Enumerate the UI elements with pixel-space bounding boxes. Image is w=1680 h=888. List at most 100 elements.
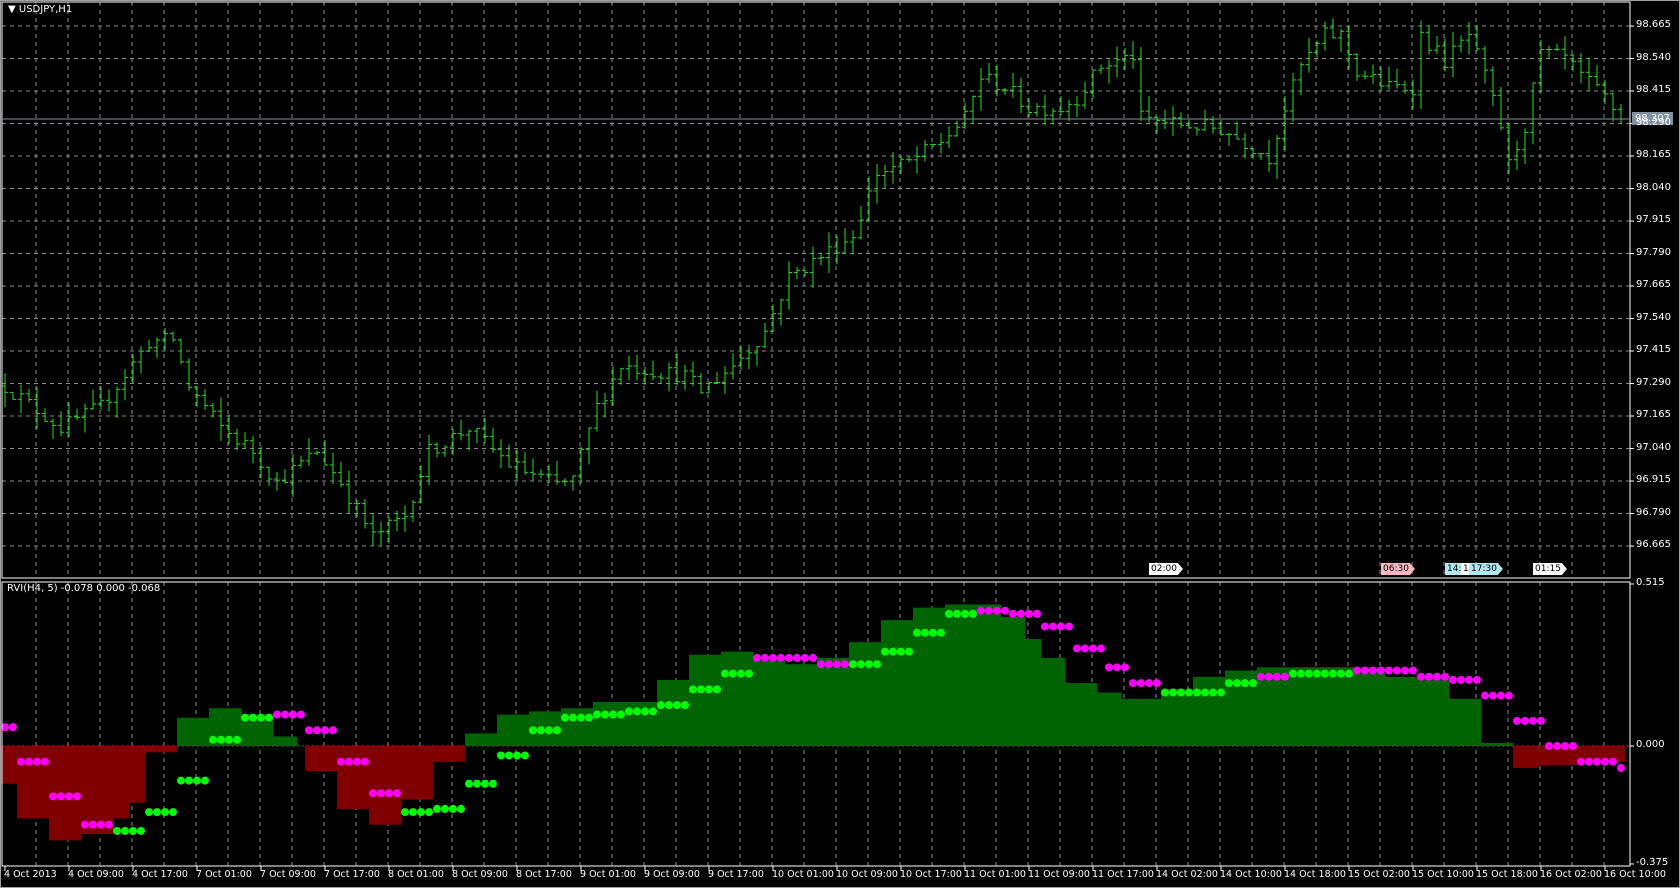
rvi-signal-dot [513, 751, 521, 760]
price-bar [1618, 104, 1624, 124]
rvi-histogram-bar [521, 714, 530, 746]
rvi-signal-dot [425, 808, 433, 817]
rvi-histogram-bar [313, 746, 322, 772]
rvi-signal-dot [1385, 666, 1393, 675]
rvi-signal-dot [65, 792, 73, 801]
rvi-histogram-bar [985, 604, 994, 746]
rvi-signal-dot [1369, 666, 1377, 675]
price-bar [1426, 25, 1432, 55]
rvi-signal-dot [1545, 742, 1553, 750]
rvi-histogram-bar [361, 746, 370, 809]
rvi-histogram-bar [593, 701, 602, 746]
price-bar [778, 298, 784, 326]
price-bar [226, 414, 232, 445]
price-bar [914, 146, 920, 174]
price-bar [218, 397, 224, 441]
rvi-signal-dot [777, 653, 785, 662]
price-bar [746, 344, 752, 370]
price-bar [922, 139, 928, 162]
price-bar [370, 513, 376, 546]
rvi-signal-dot [1201, 688, 1209, 697]
price-bar [1546, 45, 1552, 59]
rvi-histogram-bar [737, 651, 746, 746]
price-bar [122, 369, 128, 401]
rvi-signal-dot [1601, 757, 1609, 766]
event-tag[interactable]: 01:15 [1533, 563, 1567, 575]
price-bar [10, 391, 16, 401]
rvi-histogram-bar [1505, 742, 1514, 746]
price-bar [2, 373, 8, 408]
rvi-signal-dot [1185, 688, 1193, 697]
price-bar [898, 156, 904, 175]
rvi-histogram-bar [1345, 667, 1354, 746]
rvi-signal-dot [1105, 663, 1113, 672]
price-bar [1562, 36, 1568, 70]
rvi-signal-dot [961, 609, 969, 618]
rvi-histogram-bar [1329, 667, 1338, 746]
rvi-signal-dot [889, 647, 897, 656]
rvi-histogram-bar [849, 642, 858, 746]
price-axis-label: 97.165 [1636, 409, 1671, 420]
price-axis-label: 97.915 [1636, 214, 1671, 225]
rvi-signal-dot [1393, 666, 1401, 675]
price-bar [242, 432, 248, 449]
rvi-histogram-bar [1313, 667, 1322, 746]
price-bar [26, 388, 32, 403]
price-bar [1370, 64, 1376, 85]
rvi-signal-dot [113, 826, 121, 835]
price-bar [962, 102, 968, 130]
rvi-histogram-bar [1185, 689, 1194, 746]
price-axis-label: 98.665 [1636, 19, 1671, 30]
price-bar [354, 499, 360, 518]
rvi-signal-dot [433, 804, 441, 813]
time-axis-label: 4 Oct 09:00 [68, 869, 124, 880]
rvi-histogram-bar [25, 746, 34, 819]
price-bar [410, 500, 416, 522]
event-tag[interactable]: 17:30 [1469, 563, 1503, 575]
rvi-signal-dot [729, 669, 737, 678]
rvi-signal-dot [385, 789, 393, 798]
price-bar [18, 384, 24, 414]
chart-canvas[interactable] [0, 0, 1680, 888]
rvi-signal-dot [769, 653, 777, 662]
price-bar [1194, 127, 1200, 136]
event-tag[interactable]: 06:30 [1381, 563, 1415, 575]
price-bar [210, 402, 216, 418]
rvi-histogram-bar [1521, 746, 1530, 769]
rvi-signal-dot [489, 779, 497, 788]
time-axis-label: 11 Oct 09:00 [1028, 869, 1090, 880]
price-bar [250, 436, 256, 464]
rvi-histogram-bar [177, 717, 186, 746]
price-bar [674, 352, 680, 386]
rvi-histogram-bar [977, 604, 986, 746]
rvi-signal-dot [1417, 672, 1425, 681]
rvi-signal-dot [1345, 669, 1353, 678]
rvi-histogram-bar [761, 657, 770, 746]
rvi-signal-dot [161, 808, 169, 817]
rvi-signal-dot [1457, 675, 1465, 684]
rvi-histogram-bar [305, 746, 314, 772]
price-axis-label: 97.040 [1636, 441, 1671, 453]
rvi-signal-dot [761, 653, 769, 662]
rvi-signal-dot [209, 735, 217, 744]
rvi-signal-dot [1177, 688, 1185, 697]
price-bar [346, 470, 352, 514]
rvi-histogram-bar [1449, 698, 1458, 746]
rvi-histogram-bar [9, 746, 18, 784]
rvi-signal-dot [585, 713, 593, 722]
rvi-signal-dot [753, 653, 761, 662]
rvi-signal-dot [25, 757, 33, 766]
chart-title[interactable]: ▼ USDJPY,H1 [8, 4, 72, 15]
triangle-down-icon[interactable]: ▼ [8, 4, 16, 15]
rvi-histogram-bar [297, 746, 306, 747]
rvi-signal-dot [881, 647, 889, 656]
price-bar [1274, 135, 1280, 179]
event-tag[interactable]: 02:00 [1149, 563, 1183, 575]
rvi-histogram-bar [913, 607, 922, 746]
price-bar [90, 389, 96, 410]
rvi-signal-dot [257, 713, 265, 722]
rvi-signal-dot [1009, 609, 1017, 618]
rvi-signal-dot [217, 735, 225, 744]
rvi-signal-dot [1353, 666, 1361, 675]
price-bar [314, 450, 320, 456]
